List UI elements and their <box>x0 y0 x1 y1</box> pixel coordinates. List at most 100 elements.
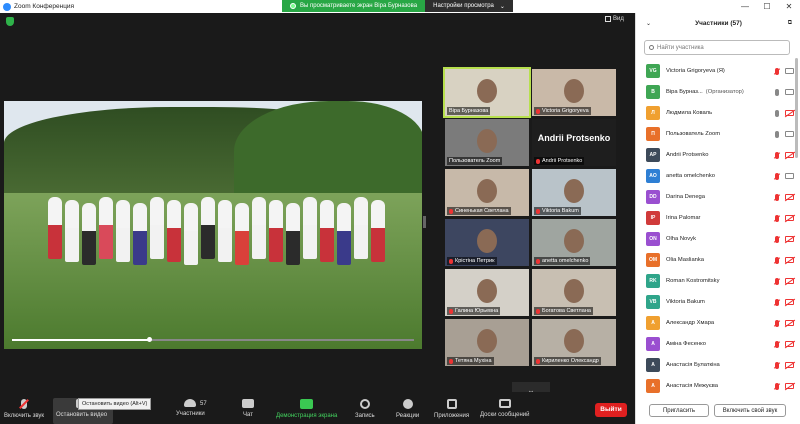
participant-face <box>564 279 584 303</box>
video-off-icon <box>785 236 794 242</box>
popout-icon[interactable]: ⧉ <box>788 20 792 27</box>
video-tile[interactable]: Галина Юрьевна <box>445 269 529 316</box>
stop-video-tooltip: Остановить видео (Alt+V) <box>78 398 152 410</box>
collapse-panel-icon[interactable]: ⌄ <box>646 20 651 27</box>
shield-icon[interactable] <box>6 17 14 26</box>
avatar: DD <box>646 190 660 204</box>
participant-row[interactable]: IP Irina Palomar <box>646 210 794 226</box>
video-off-icon <box>785 152 794 158</box>
participant-row[interactable]: А Александр Хмара <box>646 315 794 331</box>
video-tile[interactable]: Синенькая Светлана <box>445 169 529 216</box>
video-trees-right <box>234 101 422 201</box>
participant-face <box>477 329 497 353</box>
participant-row[interactable]: OM Olia Maslianka <box>646 252 794 268</box>
mic-muted-icon <box>536 358 540 364</box>
participant-status <box>775 88 794 96</box>
dancer-figure <box>371 200 385 262</box>
participant-row[interactable]: А Анастасія Булаткіна <box>646 357 794 373</box>
participant-row[interactable]: А Аміна Фесенко <box>646 336 794 352</box>
view-options-button[interactable]: Настройки просмотра ⌄ <box>425 0 513 12</box>
invite-button[interactable]: Пригласить <box>649 404 709 417</box>
shared-video[interactable] <box>4 101 422 349</box>
participant-face <box>477 129 497 153</box>
unmute-button[interactable]: Включить звук <box>4 399 44 419</box>
tile-name-text: Кириленко Олександр <box>542 358 599 364</box>
host-tag: (Организатор) <box>705 89 744 95</box>
video-off-icon <box>785 341 794 347</box>
unmute-me-button[interactable]: Включить свой звук <box>714 404 786 417</box>
video-off-icon <box>785 194 794 200</box>
minimize-icon[interactable]: — <box>734 0 756 13</box>
participant-status <box>775 382 794 390</box>
whiteboards-label: Доски сообщений <box>480 412 530 418</box>
video-progress-knob[interactable] <box>146 337 152 342</box>
participant-row[interactable]: RK Roman Kostromitsky <box>646 273 794 289</box>
video-tile[interactable]: Пользователь Zoom <box>445 119 529 166</box>
participant-row[interactable]: ON Olha Novyk <box>646 231 794 247</box>
participant-row[interactable]: VG Victoria Grigoryeva (Я) <box>646 63 794 79</box>
record-button[interactable]: Запись <box>355 399 375 419</box>
panel-resize-handle[interactable] <box>423 216 426 228</box>
participant-status <box>775 193 794 201</box>
grid-view-icon <box>605 16 611 22</box>
apps-button[interactable]: Приложения <box>434 399 469 419</box>
participant-row[interactable]: AP Andrii Protsenko <box>646 147 794 163</box>
video-tile[interactable]: Крістіна Петрик <box>445 219 529 266</box>
video-off-icon <box>785 257 794 263</box>
participant-list-scrollbar[interactable] <box>795 58 798 158</box>
video-progress-bar[interactable] <box>12 337 414 342</box>
participant-name: Віра Бурназ... (Организатор) <box>666 89 744 95</box>
mic-icon <box>775 130 779 138</box>
participant-name: Viktoria Bakum <box>666 299 705 305</box>
avatar: OM <box>646 253 660 267</box>
participant-face <box>564 179 584 203</box>
chat-button[interactable]: Чат <box>242 399 254 418</box>
video-tile[interactable]: Тетяна Мухіна <box>445 319 529 366</box>
share-screen-button[interactable]: Демонстрация экрана <box>276 399 337 419</box>
tile-name-label: Andrii Protsenko <box>534 157 585 165</box>
video-tile[interactable]: Віра Бурназова <box>443 67 531 118</box>
reactions-label: Реакции <box>396 413 420 419</box>
video-tile[interactable]: Andrii Protsenko Andrii Protsenko <box>532 119 616 166</box>
dancer-figure <box>150 197 164 259</box>
video-tile[interactable]: Богатова Светлана <box>532 269 616 316</box>
mic-muted-icon <box>21 399 27 409</box>
participant-row[interactable]: А Анастасія Межуєва <box>646 378 794 394</box>
whiteboards-button[interactable]: Доски сообщений <box>480 399 530 418</box>
video-tile[interactable]: Кириленко Олександр <box>532 319 616 366</box>
mic-muted-icon <box>775 298 779 306</box>
mic-muted-icon <box>775 382 779 390</box>
participant-name: Пользователь Zoom <box>666 131 721 137</box>
mic-muted-icon <box>775 193 779 201</box>
participant-row[interactable]: DD Darina Denega <box>646 189 794 205</box>
tile-name-label: Кириленко Олександр <box>534 357 601 365</box>
participant-name: Анастасія Булаткіна <box>666 362 720 368</box>
share-screen-icon <box>300 399 314 409</box>
search-icon <box>649 45 654 50</box>
video-tile[interactable]: anetta omelchenko <box>532 219 616 266</box>
panel-title: Участники (57) <box>695 19 742 27</box>
video-tile[interactable]: Victoria Grigoryeva <box>532 69 616 116</box>
maximize-icon[interactable]: ☐ <box>756 0 778 13</box>
reactions-button[interactable]: Реакции <box>396 399 419 419</box>
dancer-figure <box>116 200 130 262</box>
mic-muted-icon <box>536 308 540 314</box>
participant-row[interactable]: AO anetta omelchenko <box>646 168 794 184</box>
participant-status <box>775 172 794 180</box>
participant-row[interactable]: Л Людмила Коваль <box>646 105 794 121</box>
participant-search-input[interactable]: Найти участника <box>644 40 790 55</box>
participant-row[interactable]: VB Viktoria Bakum <box>646 294 794 310</box>
dancer-figure <box>48 197 62 259</box>
participant-status <box>775 361 794 369</box>
participant-row[interactable]: П Пользователь Zoom <box>646 126 794 142</box>
participant-name: Анастасія Межуєва <box>666 383 719 389</box>
view-options-label: Настройки просмотра <box>433 3 494 9</box>
participant-row[interactable]: В Віра Бурназ... (Организатор) <box>646 84 794 100</box>
screen-share-banner: Вы просматриваете экран Віра Бурназова Н… <box>282 0 513 12</box>
video-tile[interactable]: Viktoria Bakum <box>532 169 616 216</box>
participant-name: Людмила Коваль <box>666 110 713 116</box>
view-button[interactable]: Вид <box>605 16 624 22</box>
dancer-figure <box>184 203 198 265</box>
close-icon[interactable]: ✕ <box>778 0 800 13</box>
leave-button[interactable]: Выйти <box>595 403 627 417</box>
